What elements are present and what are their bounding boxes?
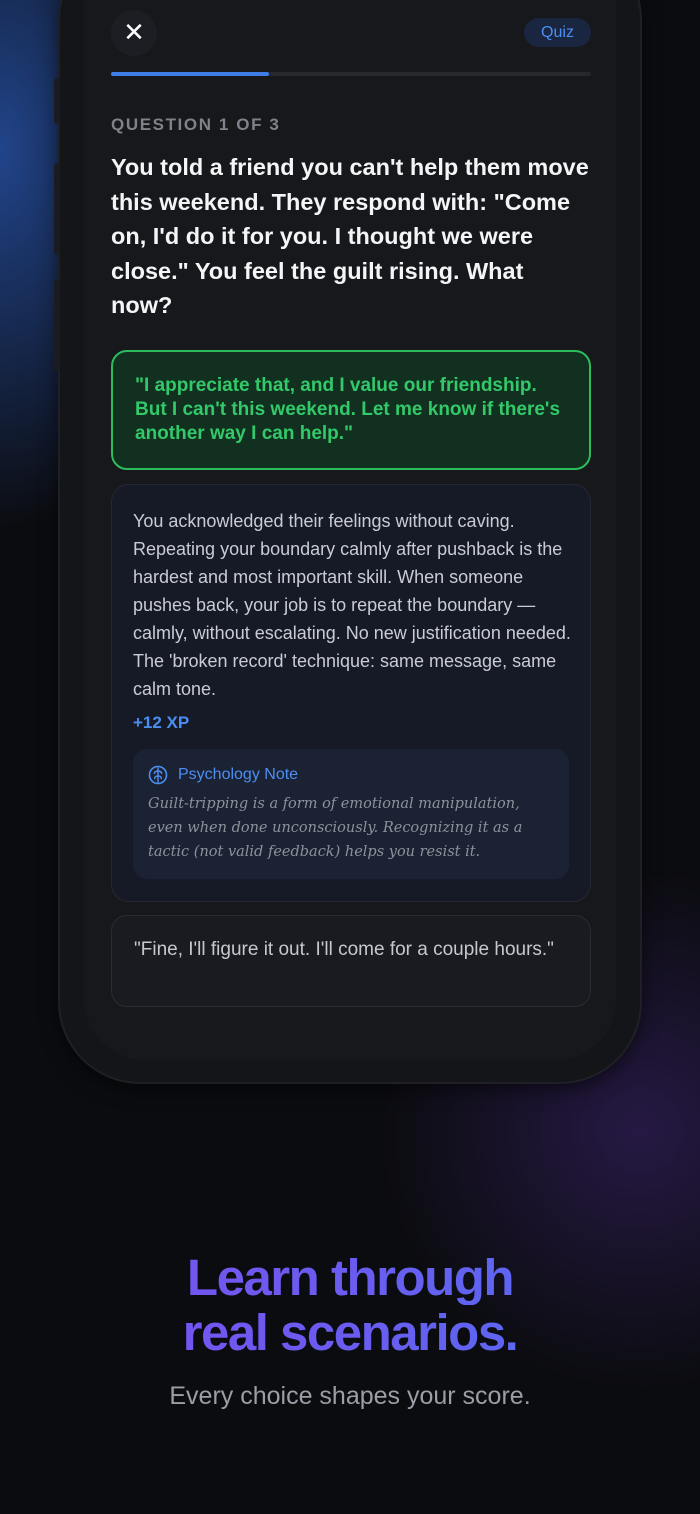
phone-side-button — [54, 279, 60, 371]
promo-headline-line2: real scenarios. — [0, 1305, 700, 1360]
progress-bar-fill — [111, 72, 270, 76]
progress-bar — [111, 72, 591, 76]
psychology-note: Psychology Note Guilt-tripping is a form… — [133, 749, 569, 879]
feedback-text: You acknowledged their feelings without … — [133, 511, 571, 699]
question-text: You told a friend you can't help them mo… — [111, 154, 589, 318]
psychology-note-body: Guilt-tripping is a form of emotional ma… — [148, 796, 523, 860]
close-icon: ✕ — [123, 18, 145, 48]
feedback-card: You acknowledged their feelings without … — [111, 484, 591, 902]
promo-headline-line1: Learn through — [0, 1250, 700, 1305]
answer-option-selected[interactable]: "I appreciate that, and I value our frie… — [111, 350, 591, 470]
xp-reward: +12 XP — [133, 713, 190, 732]
phone-side-button — [54, 78, 60, 124]
brain-icon — [148, 765, 168, 785]
promo-headline: Learn through real scenarios. — [0, 1250, 700, 1360]
answer-option[interactable]: "Fine, I'll figure it out. I'll come for… — [111, 915, 591, 1007]
promo-subheadline: Every choice shapes your score. — [169, 1382, 531, 1410]
quiz-badge: Quiz — [524, 18, 591, 47]
question-counter: QUESTION 1 OF 3 — [111, 115, 281, 134]
close-button[interactable]: ✕ — [111, 10, 157, 56]
psychology-note-title: Psychology Note — [178, 766, 299, 783]
phone-side-button — [54, 163, 60, 255]
